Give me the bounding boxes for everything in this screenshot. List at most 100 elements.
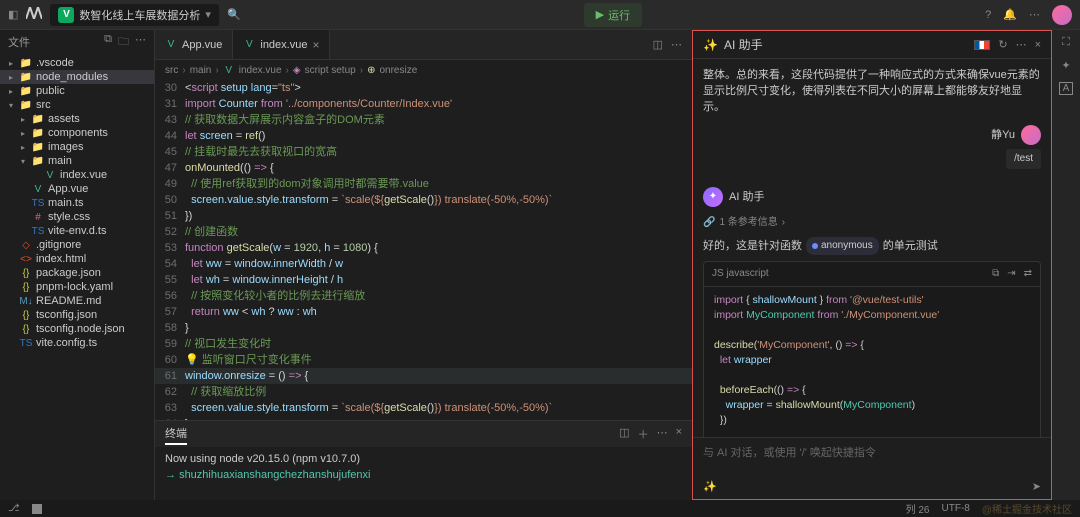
code-line: 45// 挂载时最先去获取视口的宽高 [155,144,692,160]
search-icon[interactable]: 🔍 [227,8,241,21]
terminal-tab[interactable]: 终端 [165,423,187,445]
answer-line: 好的，这是针对函数 anonymous 的单元测试 [703,237,1041,255]
split-terminal-icon[interactable]: ◫ [619,426,629,442]
terminal-panel: 终端 ◫ ＋ ⋯ × Now using node v20.15.0 (npm … [155,420,692,500]
tree-item-assets[interactable]: ▸📁assets [0,112,154,126]
tree-item-images[interactable]: ▸📁images [0,140,154,154]
ai-input-area[interactable]: 与 AI 对话，或使用 '/' 唤起快捷指令 ✨ ➤ [693,437,1051,499]
run-label: 运行 [608,7,630,23]
copy-icon[interactable]: ⧉ [992,266,999,282]
code-line: 57 return ww < wh ? ww : wh [155,304,692,320]
new-folder-icon[interactable]: 🗀 [118,33,129,52]
code-line: 49 // 使用ref获取到的dom对象调用时都需要带.value [155,176,692,192]
bc-item[interactable]: onresize [379,65,417,76]
ai-title: ✨ AI 助手 [703,36,763,53]
right-rail: ⛶ ✦ A [1052,30,1080,500]
file-tree: ▸📁.vscode▸📁node_modules▸📁public▾📁src▸📁as… [0,54,154,500]
tree-item-vite.config.ts[interactable]: TSvite.config.ts [0,336,154,350]
tree-item-main.ts[interactable]: TSmain.ts [0,196,154,210]
references-row[interactable]: 🔗 1 条参考信息 › [703,215,1041,231]
panel-left-icon[interactable]: ◧ [8,8,18,21]
terminal-body[interactable]: Now using node v20.15.0 (npm v10.7.0) → … [155,447,692,500]
cursor-position[interactable]: 列 26 [906,501,930,516]
sparkle-rail-icon[interactable]: ✦ [1061,59,1070,72]
more-icon[interactable]: ⋯ [1016,38,1027,51]
close-icon[interactable]: × [1035,39,1041,51]
code-line: 47onMounted(() => { [155,160,692,176]
play-icon: ▶ [596,8,604,21]
bc-item[interactable]: index.vue [239,65,282,76]
send-icon[interactable]: ➤ [1032,480,1041,493]
tree-item-style.css[interactable]: #style.css [0,210,154,224]
ai-panel: ✨ AI 助手 ↻ ⋯ × 整体。总的来看，这段代码提供了一种响应式的方式来确保… [692,30,1052,500]
tree-item-public[interactable]: ▸📁public [0,84,154,98]
letter-a-icon[interactable]: A [1059,82,1074,95]
code-block-body[interactable]: import { shallowMount } from '@vue/test-… [704,287,1040,437]
bell-icon[interactable]: 🔔 [1003,8,1017,21]
branch-icon[interactable]: ⎇ [8,503,20,514]
tree-item-node_modules[interactable]: ▸📁node_modules [0,70,154,84]
vue-icon: V [243,39,255,51]
more-icon[interactable]: ⋯ [135,33,146,52]
tree-item-tsconfig.json[interactable]: {}tsconfig.json [0,308,154,322]
code-line: 60💡 监听窗口尺寸变化事件 [155,352,692,368]
tree-item-index.vue[interactable]: Vindex.vue [0,168,154,182]
code-line: 56 // 按照变化较小者的比例去进行缩放 [155,288,692,304]
bc-item[interactable]: main [190,65,212,76]
ai-intro-text: 整体。总的来看，这段代码提供了一种响应式的方式来确保vue元素的显示比例尺寸变化… [703,67,1041,115]
watermark: @稀土掘金技术社区 [982,501,1072,516]
terminal-actions: ◫ ＋ ⋯ × [619,426,682,442]
tree-item-tsconfig.node.json[interactable]: {}tsconfig.node.json [0,322,154,336]
username: 静Yu [991,127,1015,143]
code-line: 54 let ww = window.innerWidth / w [155,256,692,272]
chevron-down-icon: ▾ [205,8,211,21]
project-badge[interactable]: V 数智化线上车展数据分析 ▾ [50,4,219,26]
encoding[interactable]: UTF-8 [942,503,970,514]
logo-icon[interactable] [26,7,42,22]
flag-icon[interactable] [974,40,990,50]
more-icon[interactable]: ⋯ [1029,8,1040,21]
tab-app-vue[interactable]: V App.vue [155,30,233,59]
help-icon[interactable]: ? [985,9,991,21]
more-icon[interactable]: ⋯ [671,38,682,51]
link-icon: 🔗 [703,215,715,231]
tree-item-.gitignore[interactable]: ◇.gitignore [0,238,154,252]
answer-post: 的单元测试 [883,238,938,254]
split-icon[interactable]: ◫ [653,38,663,51]
project-name: 数智化线上车展数据分析 [79,7,200,23]
sparkle-icon[interactable]: ✨ [703,480,717,493]
tree-item-src[interactable]: ▾📁src [0,98,154,112]
topbar-left: ◧ V 数智化线上车展数据分析 ▾ 🔍 [8,4,241,26]
new-file-icon[interactable]: ⧉ [104,33,112,52]
tab-label: App.vue [182,39,222,51]
code-line: 59// 视口发生变化时 [155,336,692,352]
terminal-line: Now using node v20.15.0 (npm v10.7.0) [165,451,682,467]
code-line: 31import Counter from '../components/Cou… [155,96,692,112]
tree-item-.vscode[interactable]: ▸📁.vscode [0,56,154,70]
tree-item-vite-env.d.ts[interactable]: TSvite-env.d.ts [0,224,154,238]
run-button[interactable]: ▶ 运行 [584,3,642,27]
tree-item-pnpm-lock.yaml[interactable]: {}pnpm-lock.yaml [0,280,154,294]
close-icon[interactable]: × [312,38,319,52]
tree-item-main[interactable]: ▾📁main [0,154,154,168]
close-icon[interactable]: × [676,426,682,442]
tree-item-index.html[interactable]: <>index.html [0,252,154,266]
tree-item-components[interactable]: ▸📁components [0,126,154,140]
bc-item[interactable]: script setup [305,65,356,76]
tree-item-package.json[interactable]: {}package.json [0,266,154,280]
add-terminal-icon[interactable]: ＋ [638,426,649,442]
code-editor[interactable]: 30<script setup lang="ts">31import Count… [155,80,692,420]
tree-item-App.vue[interactable]: VApp.vue [0,182,154,196]
tab-index-vue[interactable]: V index.vue × [233,30,330,59]
code-line: 61window.onresize = () => { [155,368,692,384]
diff-icon[interactable]: ⇄ [1024,266,1032,282]
bc-item[interactable]: src [165,65,178,76]
user-avatar[interactable] [1052,5,1072,25]
ai-name: AI 助手 [729,189,764,205]
code-line: 51}) [155,208,692,224]
maximize-icon[interactable]: ⛶ [1062,36,1070,49]
tree-item-README.md[interactable]: M↓README.md [0,294,154,308]
insert-icon[interactable]: ⇥ [1007,266,1015,282]
history-icon[interactable]: ↻ [998,38,1007,51]
more-icon[interactable]: ⋯ [657,426,668,442]
